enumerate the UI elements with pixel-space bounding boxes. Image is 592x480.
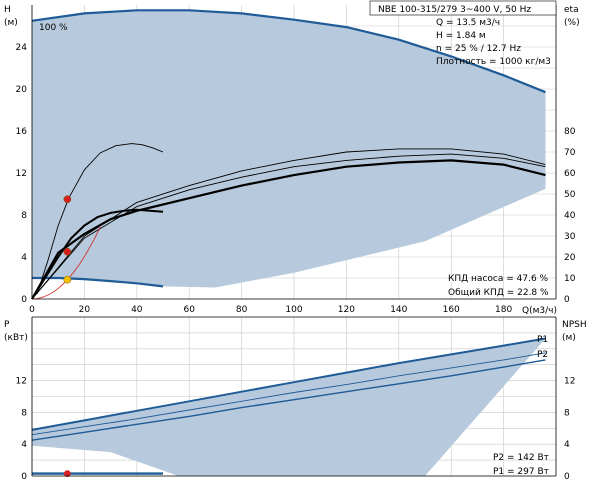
y-tick-label-left: 8: [21, 211, 27, 221]
power-region: [32, 338, 546, 476]
operating-point: [63, 247, 72, 256]
efficiency-total-label: Общий КПД = 22.8 %: [448, 288, 549, 298]
x-tick-label: 80: [236, 305, 248, 315]
x-tick-label: 180: [495, 305, 512, 315]
y-tick-label-npsh: 0: [564, 472, 570, 480]
y-tick-label-power: 8: [21, 408, 27, 418]
x-tick-label: 60: [183, 305, 195, 315]
y-tick-label-right: 0: [564, 295, 570, 305]
info-line-q: Q = 13.5 м3/ч: [436, 18, 500, 28]
y-tick-label-left: 12: [16, 169, 27, 179]
y-tick-label-npsh: 12: [564, 377, 575, 387]
x-tick-label: 140: [390, 305, 407, 315]
y-tick-label-left: 24: [16, 43, 28, 53]
y-axis-left-title-power: P: [4, 320, 10, 330]
y-tick-label-right: 60: [564, 169, 576, 179]
p2-series-label: P2: [537, 350, 548, 360]
y-axis-right-unit: (%): [564, 18, 580, 28]
y-tick-label-right: 10: [564, 274, 576, 284]
operating-point: [63, 275, 72, 284]
y-tick-label-right: 50: [564, 190, 576, 200]
x-tick-label: 40: [131, 305, 143, 315]
x-tick-label: 20: [79, 305, 91, 315]
operating-point: [63, 195, 72, 204]
y-tick-label-right: 70: [564, 148, 576, 158]
efficiency-pump-label: КПД насоса = 47.6 %: [448, 274, 549, 284]
y-axis-left-unit-power: (кВт): [4, 333, 28, 343]
y-axis-left-title: H: [4, 5, 11, 15]
y-axis-right-unit-npsh: (м): [562, 333, 576, 343]
y-tick-label-npsh: 8: [564, 408, 570, 418]
x-tick-label: 120: [338, 305, 355, 315]
power-npsh-chart: 0 4 8 12 0 4 8 12 P1 P2 P2 = 142 Вт P1 = 297 Вт…: [4, 316, 587, 480]
info-line-n: n = 25 % / 12.7 Hz: [436, 44, 521, 54]
p1-series-label: P1: [537, 335, 548, 345]
y-tick-label-power: 12: [16, 377, 27, 387]
y-tick-label-left: 20: [16, 85, 28, 95]
y-tick-label-left: 4: [21, 253, 27, 263]
y-tick-label-right: 40: [564, 211, 576, 221]
info-line-density: Плотность = 1000 кг/м3: [436, 57, 551, 67]
x-tick-label: 160: [443, 305, 460, 315]
y-tick-label-right: 20: [564, 253, 576, 263]
pump-performance-chart: 0 20 40 60 80 100 120 140 160 1800481216202401020…: [4, 0, 587, 480]
speed-label: 100 %: [39, 23, 68, 33]
y-tick-label-power: 4: [21, 440, 27, 450]
x-axis-title: Q(м3/ч): [522, 306, 557, 316]
info-line-h: H = 1.84 м: [436, 31, 486, 41]
y-tick-label-right: 80: [564, 127, 576, 137]
y-axis-right-title: eta: [564, 5, 579, 15]
y-tick-label-right: 30: [564, 232, 576, 242]
head-efficiency-chart: 0 20 40 60 80 100 120 140 160 180 0 4 8 12 16 20 24 0 10 20…: [4, 0, 580, 316]
p1-value-label: P1 = 297 Вт: [493, 467, 549, 477]
y-tick-label-left: 0: [21, 295, 27, 305]
x-tick-label: 0: [29, 305, 35, 315]
y-tick-label-left: 16: [16, 127, 28, 137]
x-tick-label: 100: [285, 305, 302, 315]
y-axis-right-title-npsh: NPSH: [562, 320, 587, 330]
y-axis-left-unit: (м): [4, 18, 18, 28]
p2-value-label: P2 = 142 Вт: [493, 453, 549, 463]
y-tick-label-power: 0: [21, 472, 27, 480]
y-tick-label-npsh: 4: [564, 440, 570, 450]
chart-title: NBE 100-315/279 3~400 V, 50 Hz: [378, 5, 531, 15]
